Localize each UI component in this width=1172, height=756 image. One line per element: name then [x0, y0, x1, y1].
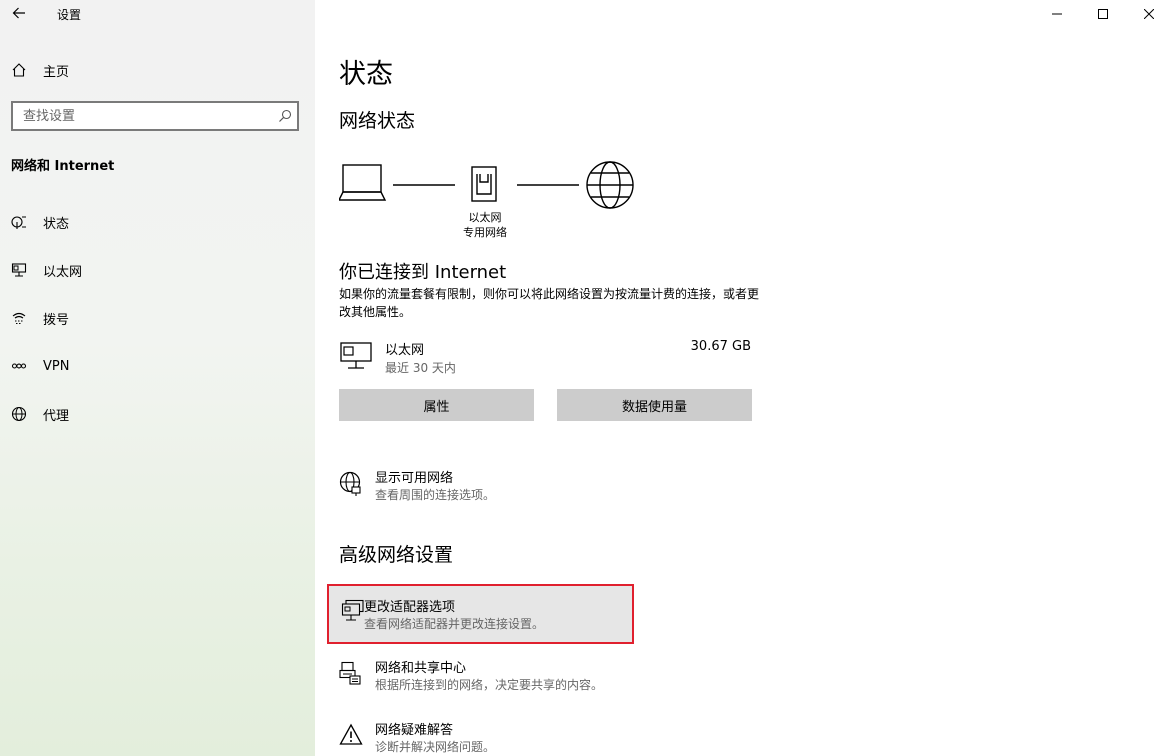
data-usage-button[interactable]: 数据使用量	[557, 389, 752, 421]
ethernet-icon	[339, 341, 373, 375]
link-title: 网络和共享中心	[375, 661, 467, 676]
status-icon	[10, 213, 28, 231]
sidebar-item-vpn[interactable]: VPN	[0, 342, 315, 390]
sidebar-nav: 状态 以太网 拨号 VPN 代理	[0, 198, 315, 438]
change-adapter-options-link[interactable]: 更改适配器选项 查看网络适配器并更改连接设置。	[327, 584, 634, 644]
connected-description: 如果你的流量套餐有限制，则你可以将此网络设置为按流量计费的连接，或者更改其他属性…	[339, 287, 760, 319]
adapter-icon	[341, 599, 365, 623]
sidebar-item-home[interactable]: 主页	[0, 56, 315, 84]
sidebar-item-status[interactable]: 状态	[0, 198, 315, 246]
ethernet-usage-row: 以太网 最近 30 天内 30.67 GB	[339, 337, 751, 377]
page-title: 状态	[339, 59, 393, 90]
dialup-icon	[10, 309, 28, 327]
adapter-label: 以太网 专用网络	[463, 211, 507, 239]
warning-icon	[339, 723, 363, 747]
usage-period: 最近 30 天内	[385, 361, 456, 375]
link-subtitle: 根据所连接到的网络，决定要共享的内容。	[375, 678, 604, 692]
link-subtitle: 诊断并解决网络问题。	[375, 740, 496, 754]
ethernet-name: 以太网	[385, 343, 425, 358]
globe-network-icon	[339, 471, 363, 496]
section-title: 网络和 Internet	[11, 159, 115, 174]
sidebar-item-label: 以太网	[43, 264, 83, 280]
globe-icon	[586, 161, 634, 209]
home-icon	[10, 61, 28, 79]
network-sharing-center-link[interactable]: 网络和共享中心 根据所连接到的网络，决定要共享的内容。	[339, 657, 639, 697]
advanced-heading: 高级网络设置	[339, 544, 454, 566]
sidebar-item-proxy[interactable]: 代理	[0, 390, 315, 438]
sidebar-item-dialup[interactable]: 拨号	[0, 294, 315, 342]
properties-button[interactable]: 属性	[339, 389, 534, 421]
search-input[interactable]	[13, 103, 273, 129]
link-title: 更改适配器选项	[364, 600, 456, 615]
link-title: 网络疑难解答	[375, 723, 454, 738]
ethernet-icon	[10, 261, 28, 279]
sharing-center-icon	[339, 661, 363, 685]
search-box[interactable]	[11, 101, 299, 131]
connected-title: 你已连接到 Internet	[339, 262, 507, 283]
network-status-heading: 网络状态	[339, 110, 416, 132]
show-networks-link[interactable]: 显示可用网络 查看周围的连接选项。	[339, 467, 639, 507]
network-troubleshooter-link[interactable]: 网络疑难解答 诊断并解决网络问题。	[339, 719, 639, 756]
back-arrow-icon	[12, 7, 25, 19]
laptop-icon	[339, 164, 387, 201]
sidebar-item-ethernet[interactable]: 以太网	[0, 246, 315, 294]
sidebar-item-label: VPN	[43, 358, 70, 374]
link-subtitle: 查看网络适配器并更改连接设置。	[364, 617, 545, 631]
link-subtitle: 查看周围的连接选项。	[375, 488, 496, 502]
ethernet-port-icon	[471, 166, 497, 202]
network-diagram: 以太网 专用网络	[339, 158, 639, 248]
data-used: 30.67 GB	[690, 339, 751, 354]
sidebar-item-label: 主页	[43, 64, 70, 80]
vpn-icon	[10, 357, 28, 375]
back-button[interactable]	[8, 2, 30, 24]
search-icon[interactable]	[273, 109, 297, 123]
link-title: 显示可用网络	[375, 471, 454, 486]
close-icon	[1144, 9, 1154, 19]
main-content: 状态 网络状态 以太网 专用网络 你已连接到 Internet 如果你的流量套餐…	[327, 0, 1139, 756]
sidebar: 设置 主页 网络和 Internet 状态 以太网	[0, 0, 315, 756]
sidebar-item-label: 代理	[43, 408, 70, 424]
app-title: 设置	[57, 8, 82, 22]
proxy-globe-icon	[10, 405, 28, 423]
sidebar-item-label: 拨号	[43, 312, 70, 328]
sidebar-item-label: 状态	[43, 216, 70, 232]
titlebar-left: 设置	[0, 0, 315, 28]
